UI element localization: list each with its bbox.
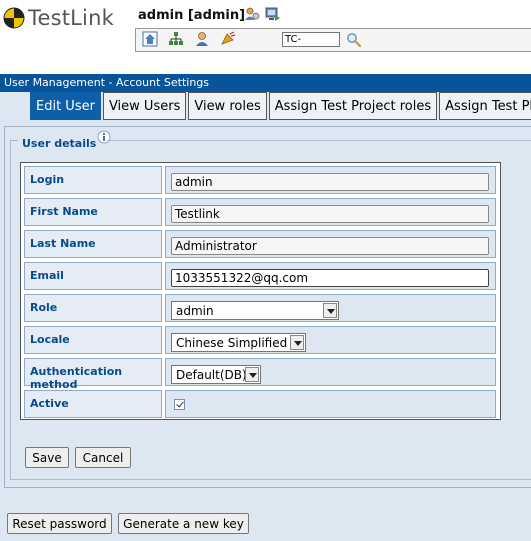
- login-label: Login: [24, 166, 162, 194]
- search-icon[interactable]: [346, 32, 362, 48]
- testlink-logo[interactable]: TestLink: [3, 5, 114, 31]
- tab-bar: Edit User View Users View roles Assign T…: [30, 92, 531, 120]
- auth-method-row: Authentication method Default(DB): [24, 358, 496, 391]
- email-label: Email: [24, 262, 162, 290]
- home-icon[interactable]: [142, 31, 158, 47]
- top-header: TestLink admin [admin] TC-: [0, 0, 531, 74]
- email-field[interactable]: 1033551322@qq.com: [171, 269, 489, 287]
- auth-method-label: Authentication method: [24, 358, 162, 391]
- active-label: Active: [24, 390, 162, 418]
- user-details-form: Login admin First Name Testlink Last Nam…: [20, 162, 501, 420]
- login-field[interactable]: admin: [171, 173, 489, 191]
- login-row: Login admin: [24, 166, 496, 195]
- role-label: Role: [24, 294, 162, 322]
- info-icon[interactable]: [97, 130, 111, 144]
- user-details-legend: User details: [18, 137, 101, 150]
- tab-view-roles[interactable]: View roles: [188, 92, 267, 120]
- generate-new-key-button[interactable]: Generate a new key: [118, 513, 249, 534]
- locale-row: Locale Chinese Simplified: [24, 326, 496, 355]
- auth-method-select-value: Default(DB): [176, 367, 247, 382]
- logout-icon[interactable]: [265, 6, 281, 22]
- tab-assign-test-plan-roles[interactable]: Assign Test Pla: [439, 92, 531, 120]
- test-specification-icon[interactable]: [168, 31, 184, 47]
- email-row: Email 1033551322@qq.com: [24, 262, 496, 291]
- tab-assign-test-project-roles[interactable]: Assign Test Project roles: [268, 92, 438, 120]
- save-button[interactable]: Save: [25, 447, 69, 468]
- page-title: User Management - Account Settings: [4, 76, 210, 89]
- tab-edit-user[interactable]: Edit User: [30, 92, 101, 120]
- main-toolbar: TC-: [135, 28, 531, 52]
- testcase-search-input[interactable]: TC-: [282, 32, 340, 47]
- locale-select[interactable]: Chinese Simplified: [171, 333, 306, 352]
- chevron-down-icon[interactable]: [245, 367, 259, 382]
- chevron-down-icon[interactable]: [323, 303, 337, 318]
- cancel-button[interactable]: Cancel: [75, 447, 131, 468]
- active-checkbox[interactable]: [174, 399, 185, 410]
- role-select-value: admin: [176, 303, 214, 318]
- reset-password-button[interactable]: Reset password: [7, 513, 112, 534]
- active-row: Active: [24, 390, 496, 419]
- first-name-row: First Name Testlink: [24, 198, 496, 227]
- locale-label: Locale: [24, 326, 162, 354]
- tab-view-users[interactable]: View Users: [102, 92, 187, 120]
- logo-text: TestLink: [28, 6, 114, 30]
- locale-select-value: Chinese Simplified: [176, 335, 288, 350]
- first-name-label: First Name: [24, 198, 162, 226]
- my-settings-icon[interactable]: [244, 6, 260, 22]
- user-management-icon[interactable]: [194, 31, 210, 47]
- logo-icon: [3, 7, 25, 29]
- events-icon[interactable]: [220, 31, 236, 47]
- role-row: Role admin: [24, 294, 496, 323]
- user-info: admin [admin]: [138, 8, 246, 23]
- last-name-field[interactable]: Administrator: [171, 237, 489, 255]
- first-name-field[interactable]: Testlink: [171, 205, 489, 223]
- role-select[interactable]: admin: [171, 301, 339, 320]
- auth-method-select[interactable]: Default(DB): [171, 365, 261, 384]
- last-name-label: Last Name: [24, 230, 162, 258]
- page-title-bar: User Management - Account Settings: [0, 74, 531, 92]
- last-name-row: Last Name Administrator: [24, 230, 496, 259]
- chevron-down-icon[interactable]: [290, 335, 304, 350]
